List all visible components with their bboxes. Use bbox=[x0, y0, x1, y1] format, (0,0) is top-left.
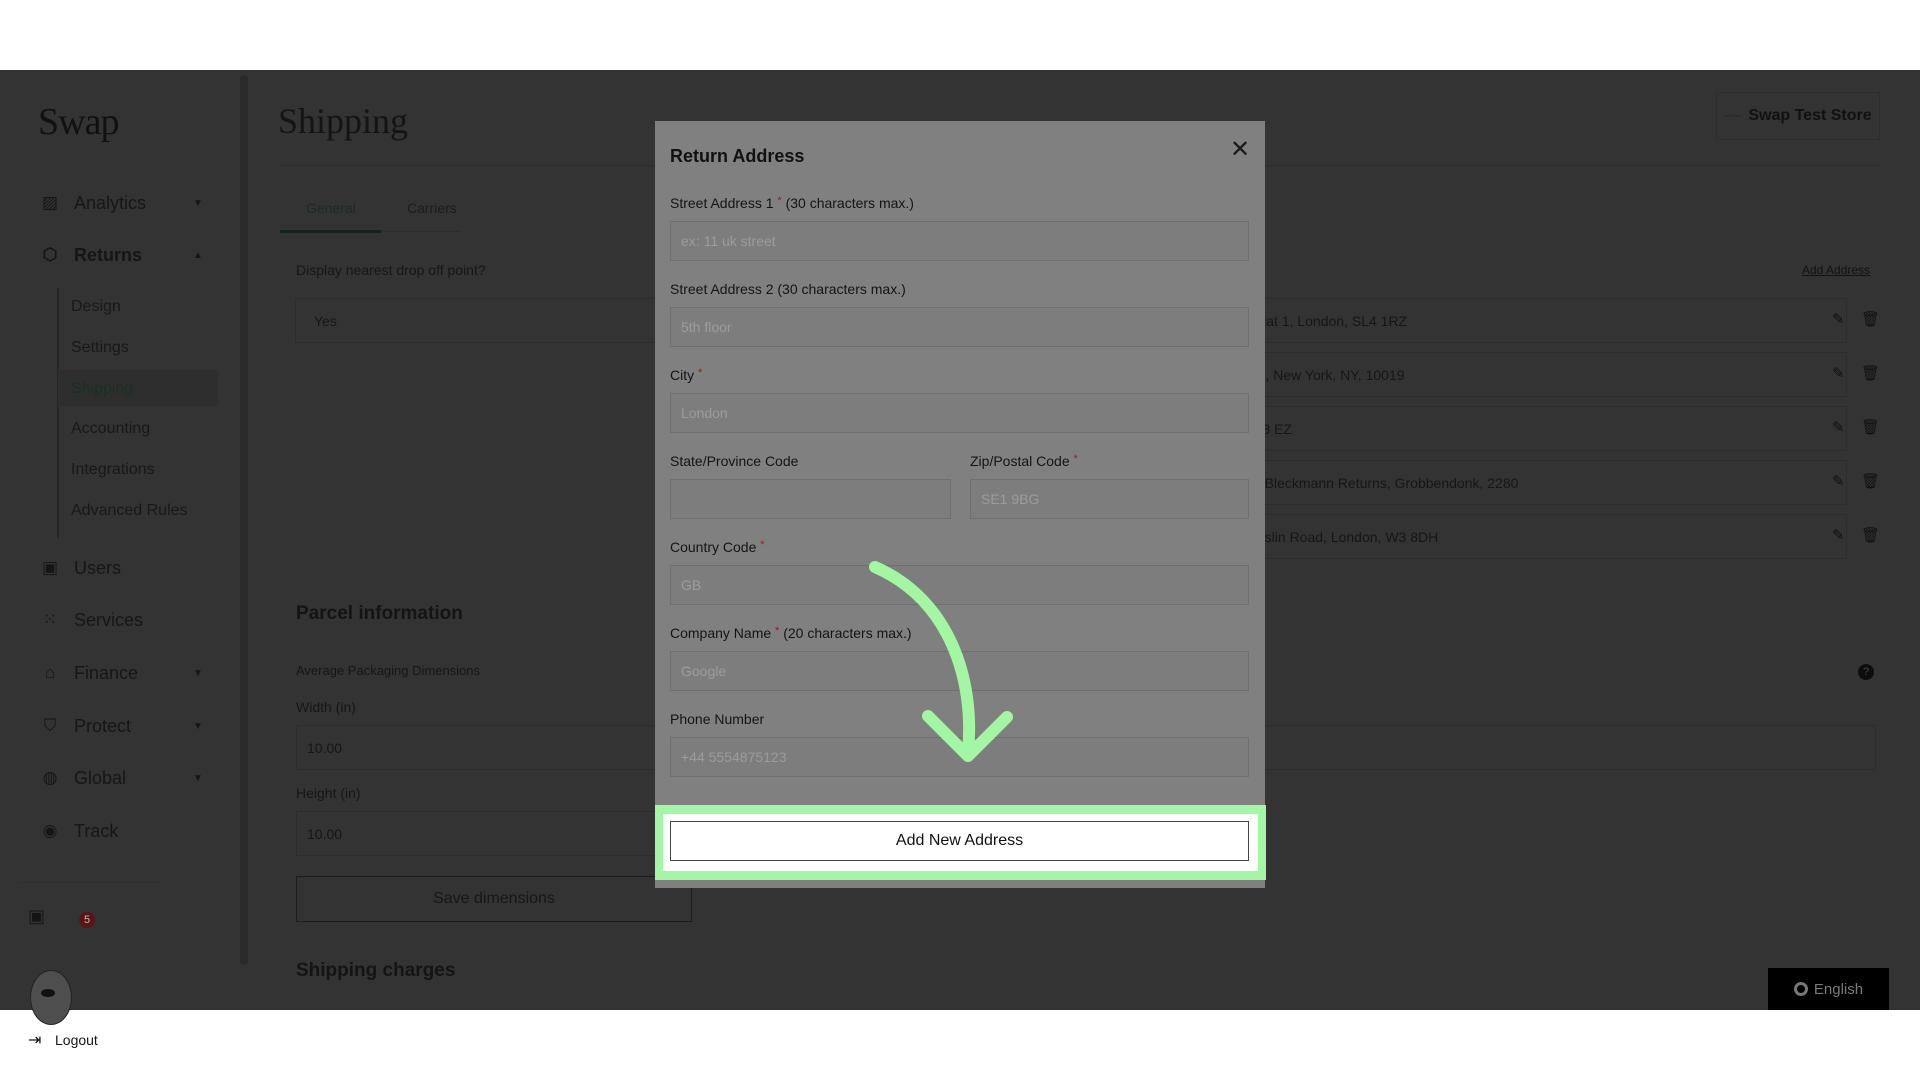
arrow-shaft bbox=[869, 561, 976, 758]
annotation-arrow bbox=[869, 561, 1013, 762]
